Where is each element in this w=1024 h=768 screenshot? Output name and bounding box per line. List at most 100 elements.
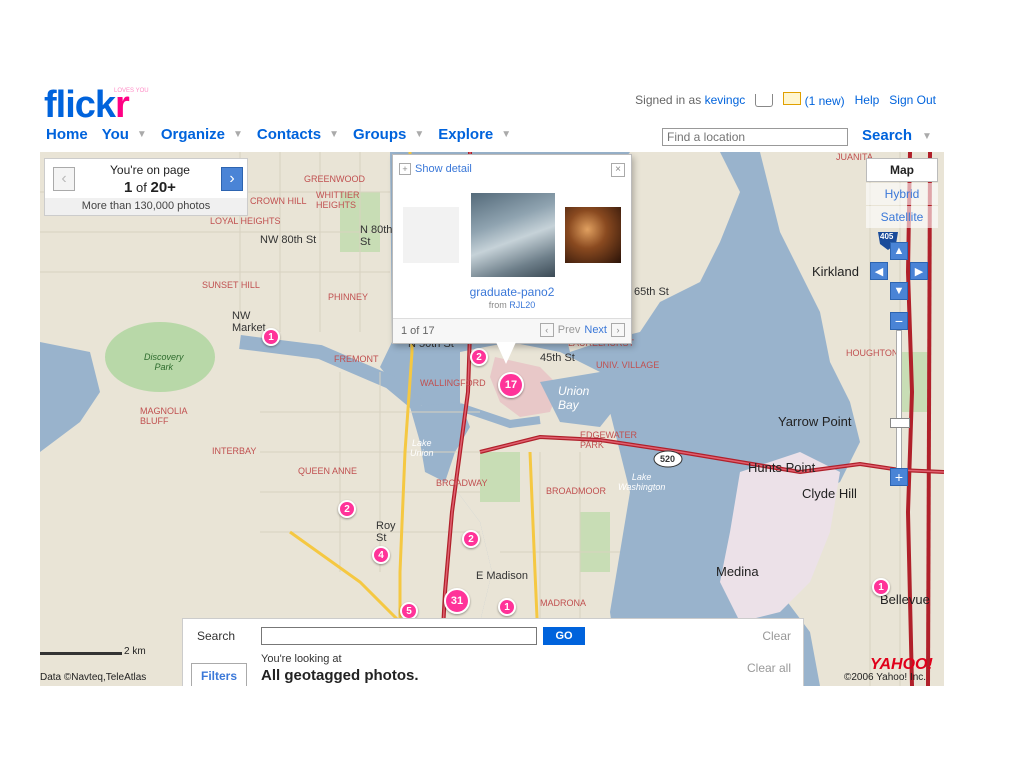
logo-tagline: LOVES YOU	[114, 88, 149, 94]
page-navigator: ‹ You're on page 1 of 20+ › More than 13…	[44, 158, 248, 216]
current-filter-label: All geotagged photos.	[261, 667, 419, 684]
chevron-right-icon[interactable]: ›	[611, 323, 625, 337]
map-label-houghton: HOUGHTON	[846, 348, 899, 358]
photo-thumbnail-next[interactable]	[565, 207, 621, 263]
map-data-credit: Data ©Navteq,TeleAtlas	[40, 672, 147, 683]
nav-organize[interactable]: Organize ▼	[161, 126, 243, 143]
map-type-satellite[interactable]: Satellite	[866, 206, 938, 228]
map-label-hunts-point: Hunts Point	[748, 460, 816, 475]
chevron-down-icon[interactable]: ▼	[233, 129, 243, 140]
pan-up-icon[interactable]: ▲	[890, 242, 908, 260]
clear-all-link[interactable]: Clear all	[747, 661, 791, 675]
map-label-union-bay: Union Bay	[558, 384, 590, 412]
map-label-yarrow-point: Yarrow Point	[778, 414, 852, 429]
photo-index-count: 1 of 17	[401, 325, 435, 337]
photo-cluster-marker-selected[interactable]: 17	[498, 372, 524, 398]
signed-in-label: Signed in as kevingc	[635, 93, 746, 107]
photo-owner-label: from RJL20	[488, 300, 536, 310]
zoom-in-button[interactable]: +	[890, 468, 908, 486]
popup-footer: 1 of 17 ‹ Prev Next ›	[393, 318, 631, 343]
show-detail-toggle[interactable]: + Show detail	[399, 163, 472, 175]
user-bar: Signed in as kevingc (1 new) Help Sign O…	[635, 92, 936, 108]
pan-down-icon[interactable]: ▼	[890, 282, 908, 300]
photo-owner-link[interactable]: RJL20	[509, 300, 535, 310]
map-label-fremont: FREMONT	[334, 354, 379, 364]
chevron-down-icon[interactable]: ▼	[501, 129, 511, 140]
mail-indicator[interactable]: (1 new)	[783, 92, 845, 108]
photo-cluster-marker[interactable]: 1	[872, 578, 890, 596]
photo-cluster-marker[interactable]: 2	[462, 530, 480, 548]
photo-thumbnail-empty	[403, 207, 459, 263]
popup-prev-link[interactable]: Prev	[558, 324, 581, 336]
popup-pagination: ‹ Prev Next ›	[539, 323, 625, 337]
map-type-hybrid[interactable]: Hybrid	[866, 183, 938, 205]
nav-groups[interactable]: Groups ▼	[353, 126, 424, 143]
filters-tab[interactable]: Filters	[191, 663, 247, 686]
map-label-broadway: BROADWAY	[436, 478, 488, 488]
photo-cluster-marker[interactable]: 31	[444, 588, 470, 614]
photo-cluster-marker[interactable]: 2	[470, 348, 488, 366]
nav-explore[interactable]: Explore ▼	[438, 126, 511, 143]
map-label-lake-washington: Lake Washington	[618, 472, 666, 492]
map-label-magnolia-bluff: MAGNOLIA BLUFF	[140, 406, 188, 426]
nav-contacts[interactable]: Contacts ▼	[257, 126, 339, 143]
map-label-phinney: PHINNEY	[328, 292, 369, 302]
chevron-down-icon[interactable]: ▼	[414, 129, 424, 140]
map-scale: 2 km	[40, 646, 160, 657]
chevron-down-icon[interactable]: ▼	[329, 129, 339, 140]
zoom-slider-thumb[interactable]	[890, 418, 910, 428]
chevron-down-icon[interactable]: ▼	[922, 131, 932, 142]
pan-left-icon[interactable]: ◀	[870, 262, 888, 280]
mail-count-link[interactable]: (1 new)	[805, 94, 845, 108]
plus-icon: +	[399, 163, 411, 175]
photo-title-link[interactable]: graduate-pano2	[393, 285, 631, 299]
photo-popup: + Show detail × graduate-pano2 from RJL20…	[392, 154, 632, 344]
go-button[interactable]: GO	[543, 627, 585, 645]
zoom-slider-track[interactable]	[896, 330, 902, 472]
clear-link[interactable]: Clear	[762, 629, 791, 643]
username-link[interactable]: kevingc	[705, 93, 746, 107]
sign-out-link[interactable]: Sign Out	[889, 93, 936, 107]
map-type-map[interactable]: Map	[866, 158, 938, 182]
hwy-520-shield: 520	[660, 454, 676, 464]
zoom-out-button[interactable]: −	[890, 312, 908, 330]
logo-text-flick: flick	[44, 84, 116, 126]
cart-icon[interactable]	[755, 93, 774, 107]
map-label-nw-market: NW Market	[232, 310, 266, 334]
map-label-greenwood: GREENWOOD	[304, 174, 366, 184]
location-search-input[interactable]	[662, 128, 848, 146]
nav-you[interactable]: You ▼	[102, 126, 147, 143]
map-label-interbay: INTERBAY	[212, 446, 257, 456]
map-view[interactable]: GREENWOOD CROWN HILL WHITTIER HEIGHTS LO…	[40, 152, 944, 686]
photo-thumbnail-selected[interactable]	[471, 193, 555, 277]
popup-pointer	[496, 342, 516, 364]
map-label-broadmoor: BROADMOOR	[546, 486, 607, 496]
mail-icon	[783, 92, 802, 105]
search-label: Search	[197, 629, 236, 643]
next-page-button[interactable]: ›	[221, 167, 243, 191]
map-label-nw80: NW 80th St	[260, 234, 317, 246]
location-search-button[interactable]: Search	[862, 127, 912, 144]
search-filter-panel: Search GO Clear You're looking at All ge…	[182, 618, 804, 686]
photo-cluster-marker[interactable]: 4	[372, 546, 390, 564]
photo-cluster-marker[interactable]: 2	[338, 500, 356, 518]
photo-search-input[interactable]	[261, 627, 537, 645]
map-label-45th: 45th St	[540, 352, 575, 364]
photo-cluster-marker[interactable]: 1	[262, 328, 280, 346]
help-link[interactable]: Help	[855, 93, 880, 107]
map-copyright: ©2006 Yahoo! Inc.	[844, 672, 927, 683]
previous-page-button[interactable]: ‹	[53, 167, 75, 191]
looking-at-label: You're looking at	[261, 653, 342, 665]
page-info-label: You're on page	[110, 163, 190, 177]
pan-right-icon[interactable]: ▶	[910, 262, 928, 280]
map-label-n80: N 80th St	[360, 224, 393, 248]
chevron-down-icon[interactable]: ▼	[137, 129, 147, 140]
map-label-madrona: MADRONA	[540, 598, 587, 608]
nav-home[interactable]: Home	[46, 126, 88, 143]
map-label-queen-anne: QUEEN ANNE	[298, 466, 358, 476]
scale-label: 2 km	[124, 646, 146, 657]
chevron-left-icon[interactable]: ‹	[539, 323, 554, 337]
photo-cluster-marker[interactable]: 1	[498, 598, 516, 616]
close-icon[interactable]: ×	[611, 163, 625, 177]
popup-next-link[interactable]: Next	[584, 324, 607, 336]
